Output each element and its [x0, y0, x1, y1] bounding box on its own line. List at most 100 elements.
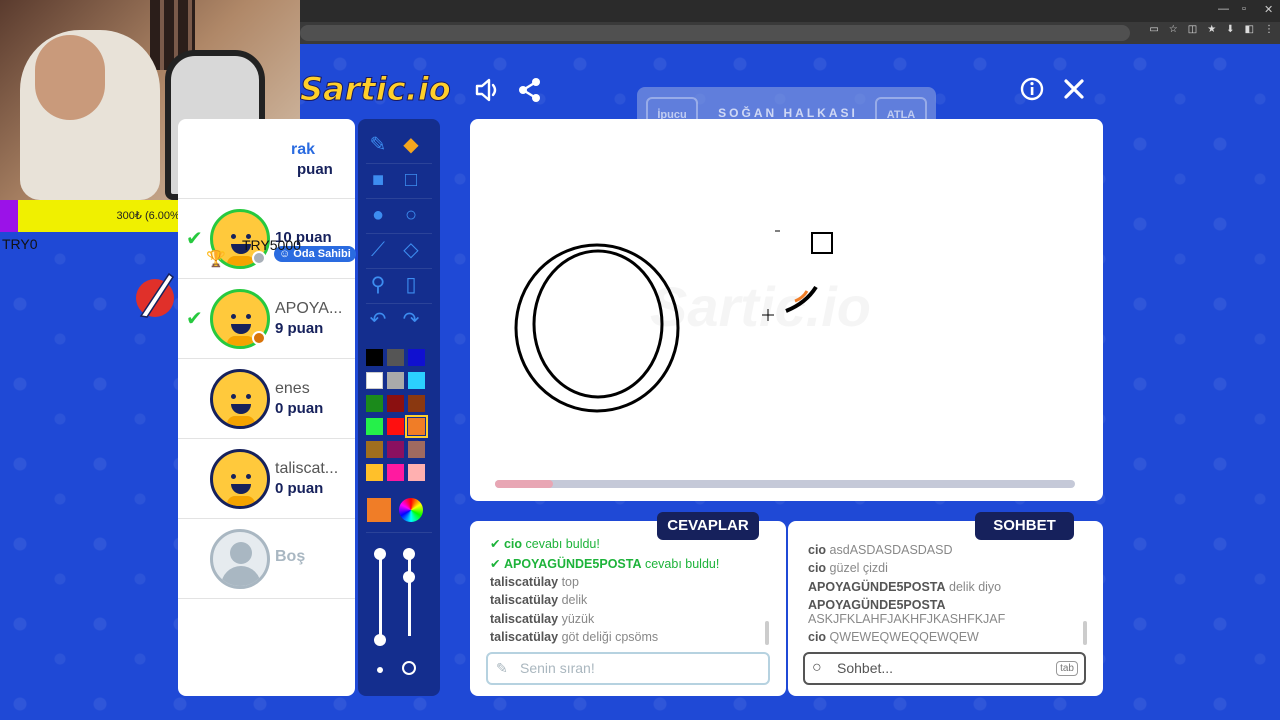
answer-message: taliscatülay yüzük — [490, 612, 595, 626]
line-tool-icon[interactable]: ⟋ — [362, 234, 394, 266]
status-dot — [252, 251, 266, 265]
answers-scrollbar[interactable] — [765, 621, 769, 645]
guessed-check-icon: ✔ — [186, 228, 203, 250]
status-dot — [252, 331, 266, 345]
download-icon[interactable]: ⬇ — [1226, 24, 1234, 35]
chat-scrollbar[interactable] — [1083, 621, 1087, 645]
player-name: taliscat... — [275, 460, 339, 477]
color-swatch[interactable] — [408, 395, 425, 412]
answer-message: ✔ cio cevabı buldu! — [490, 537, 600, 551]
circle-tool-icon[interactable]: ○ — [395, 199, 427, 231]
brush-size-knob[interactable] — [374, 634, 386, 646]
color-swatch[interactable] — [408, 464, 425, 481]
donation-max-label: TRY5000 — [242, 237, 301, 253]
current-color-swatch — [367, 498, 391, 522]
color-swatch[interactable] — [366, 372, 383, 389]
minimize-icon[interactable]: — — [1218, 3, 1229, 15]
color-swatch[interactable] — [366, 441, 383, 458]
player-row[interactable]: rak puan — [178, 119, 355, 199]
brush-size-max-knob — [374, 548, 386, 560]
color-swatch[interactable] — [408, 372, 425, 389]
player-row-empty[interactable]: Boş — [178, 519, 355, 599]
color-swatch[interactable] — [387, 349, 404, 366]
player-name: APOYA... — [275, 300, 343, 317]
color-swatch[interactable] — [387, 395, 404, 412]
player-row[interactable]: taliscat... 0 puan — [178, 439, 355, 519]
chat-message: cio QWEWEQWEQQEWQEW — [808, 630, 979, 644]
color-swatch[interactable] — [408, 441, 425, 458]
guessed-check-icon: ✔ — [186, 308, 203, 330]
color-swatch[interactable] — [366, 418, 383, 435]
filled-circle-tool-icon[interactable]: ● — [362, 199, 394, 231]
color-swatch[interactable] — [408, 349, 425, 366]
share-icon[interactable] — [517, 77, 543, 103]
player-score: 0 puan — [275, 400, 324, 417]
streamer-head — [35, 35, 105, 120]
answers-panel: CEVAPLAR ✔ cio cevabı buldu! ✔ APOYAGÜND… — [470, 512, 786, 696]
answer-message: taliscatülay göt deliği cpsöms — [490, 630, 659, 644]
avatar — [210, 369, 270, 429]
drawing-strokes — [514, 230, 833, 413]
answer-input-placeholder: Senin sıran! — [520, 660, 595, 676]
close-window-icon[interactable]: ✕ — [1264, 3, 1273, 16]
clear-page-icon[interactable]: ▯ — [395, 269, 427, 301]
empty-avatar — [210, 529, 270, 589]
answer-input[interactable]: ✎ Senin sıran! — [486, 652, 770, 685]
redo-icon[interactable]: ↷ — [395, 304, 427, 336]
player-row[interactable]: ✔ APOYA... 9 puan — [178, 279, 355, 359]
drawing-canvas[interactable]: Sartic.io — [470, 119, 1103, 501]
player-row[interactable]: enes 0 puan — [178, 359, 355, 439]
opacity-max-knob — [403, 548, 415, 560]
maximize-icon[interactable]: ▫ — [1242, 3, 1246, 15]
chat-message: APOYAGÜNDE5POSTA — [808, 598, 946, 612]
inner-ring-stroke — [532, 249, 664, 399]
cast-icon[interactable]: ▭ — [1149, 24, 1158, 35]
trophy-icon: 🏆 — [206, 251, 226, 268]
address-bar[interactable] — [300, 25, 1130, 41]
color-swatch[interactable] — [405, 415, 428, 438]
eyedropper-icon[interactable]: ⚲ — [362, 269, 394, 301]
chat-bubble-icon: ○ — [812, 659, 822, 676]
bookmark-star-icon[interactable]: ☆ — [1169, 24, 1178, 35]
pin-icon[interactable]: ★ — [1207, 24, 1216, 35]
pencil-tool-icon[interactable]: ✎ — [362, 129, 394, 161]
color-swatch[interactable] — [387, 441, 404, 458]
brush-size-slider[interactable] — [379, 556, 382, 636]
chat-input[interactable]: ○ Sohbet... tab — [803, 652, 1086, 685]
answer-message: ✔ APOYAGÜNDE5POSTA cevabı buldu! — [490, 557, 720, 571]
info-icon[interactable] — [1020, 77, 1044, 101]
players-list: rak puan ✔ 🏆 10 puan ☺ Oda Sahibi ✔ APOY… — [178, 119, 356, 696]
color-swatch[interactable] — [387, 464, 404, 481]
player-score: 9 puan — [275, 320, 324, 337]
close-game-icon[interactable] — [1063, 78, 1085, 100]
rect-tool-icon[interactable]: □ — [395, 164, 427, 196]
filled-rect-tool-icon[interactable]: ■ — [362, 164, 394, 196]
avatar — [210, 449, 270, 509]
chat-tab[interactable]: SOHBET — [975, 512, 1074, 540]
game-logo[interactable]: Sartic.io — [300, 70, 452, 109]
color-swatch[interactable] — [366, 395, 383, 412]
color-wheel-icon[interactable] — [399, 498, 423, 522]
color-swatch[interactable] — [387, 418, 404, 435]
opacity-knob[interactable] — [403, 571, 415, 583]
color-swatch[interactable] — [366, 349, 383, 366]
secret-word: SOĞAN HALKASI — [718, 106, 858, 120]
color-swatch[interactable] — [387, 372, 404, 389]
undo-icon[interactable]: ↶ — [362, 304, 394, 336]
chat-message-continued: ASKJFKLAHFJAKHFJKASHFKJAF — [808, 612, 1006, 626]
menu-icon[interactable]: ⋮ — [1264, 24, 1274, 35]
answers-tab[interactable]: CEVAPLAR — [657, 512, 759, 540]
fill-bucket-icon[interactable]: ◇ — [395, 234, 427, 266]
extension-icon[interactable]: ◫ — [1188, 24, 1197, 35]
eraser-tool-icon[interactable]: ◆ — [395, 129, 427, 161]
opacity-slider[interactable] — [408, 556, 411, 636]
drawing-tools-panel: ✎ ◆ ■ □ ● ○ ⟋ ◇ ⚲ ▯ ↶ ↷ — [358, 119, 440, 696]
opacity-min-ring — [402, 661, 416, 675]
chat-message: cio asdASDASDASDASD — [808, 543, 953, 557]
color-swatch[interactable] — [366, 464, 383, 481]
sound-icon[interactable] — [474, 77, 502, 103]
empty-slot-label: Boş — [275, 548, 306, 565]
crosshair-cursor — [762, 309, 774, 321]
profile-icon[interactable]: ◧ — [1245, 24, 1254, 35]
player-name: enes — [275, 380, 310, 397]
